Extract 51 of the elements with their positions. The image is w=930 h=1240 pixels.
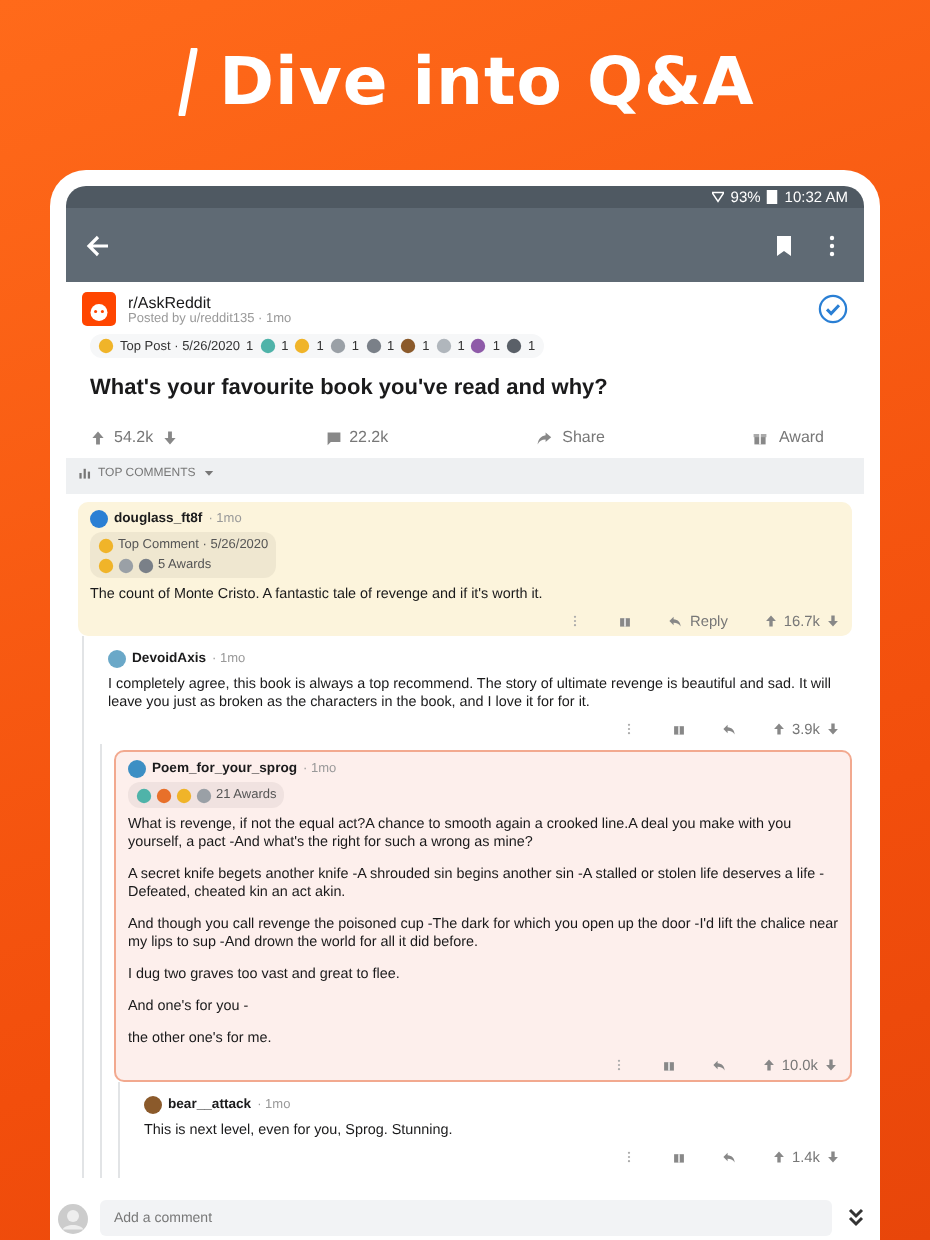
- reply-icon[interactable]: [711, 1058, 726, 1072]
- upvote-icon[interactable]: [90, 429, 106, 445]
- upvote-icon[interactable]: [763, 614, 778, 628]
- avatar-icon[interactable]: [108, 650, 126, 668]
- headline: Dive into Q&A: [219, 42, 755, 120]
- subreddit-icon[interactable]: [82, 292, 116, 326]
- award-icon: [506, 338, 522, 354]
- award-icon: [365, 338, 381, 354]
- gift-icon: [752, 429, 769, 445]
- downvote-icon[interactable]: [826, 1150, 840, 1164]
- downvote-icon[interactable]: [161, 429, 178, 445]
- gift-icon[interactable]: [672, 1150, 687, 1164]
- comment-count: 22.2k: [349, 428, 389, 446]
- upvote-icon[interactable]: [772, 1150, 787, 1164]
- upvote-icon[interactable]: [772, 722, 787, 736]
- award-icon: [400, 338, 417, 354]
- bookmark-icon[interactable]: [772, 233, 796, 257]
- award-icon: [294, 338, 311, 354]
- comment-icon[interactable]: [325, 429, 342, 445]
- award-icon: [329, 338, 346, 354]
- subreddit-name[interactable]: r/AskReddit: [128, 293, 292, 311]
- downvote-icon[interactable]: [824, 1058, 838, 1072]
- signal-icon: [712, 190, 725, 204]
- downvote-icon[interactable]: [826, 614, 840, 628]
- award-icon: [98, 338, 114, 354]
- downvote-icon[interactable]: [826, 722, 840, 736]
- award-icon: [435, 338, 452, 354]
- caret-icon: [201, 466, 216, 480]
- gift-icon[interactable]: [661, 1058, 676, 1072]
- post-title: What's your favourite book you've read and why?: [88, 374, 610, 400]
- upvote-count: 54.2k: [114, 428, 154, 446]
- upvote-icon[interactable]: [761, 1058, 776, 1072]
- award-icon: [470, 338, 487, 354]
- reply-icon[interactable]: [722, 1150, 737, 1164]
- gift-icon[interactable]: [618, 614, 632, 628]
- collapse-icon[interactable]: [844, 1206, 868, 1230]
- avatar-icon[interactable]: [128, 760, 146, 778]
- reply-icon: [668, 614, 682, 628]
- share-icon: [536, 429, 553, 445]
- award-icon: [259, 338, 276, 354]
- avatar-icon[interactable]: [144, 1096, 162, 1114]
- back-icon[interactable]: [86, 233, 110, 257]
- bar-chart-icon: [78, 466, 92, 480]
- reply-icon[interactable]: [722, 722, 737, 736]
- check-icon[interactable]: [818, 294, 848, 324]
- gift-icon[interactable]: [672, 722, 687, 736]
- award-button[interactable]: Award: [752, 428, 824, 446]
- share-button[interactable]: Share: [536, 428, 605, 446]
- avatar-icon[interactable]: [90, 510, 108, 528]
- slash-icon: [175, 47, 200, 115]
- battery-icon: [766, 190, 779, 204]
